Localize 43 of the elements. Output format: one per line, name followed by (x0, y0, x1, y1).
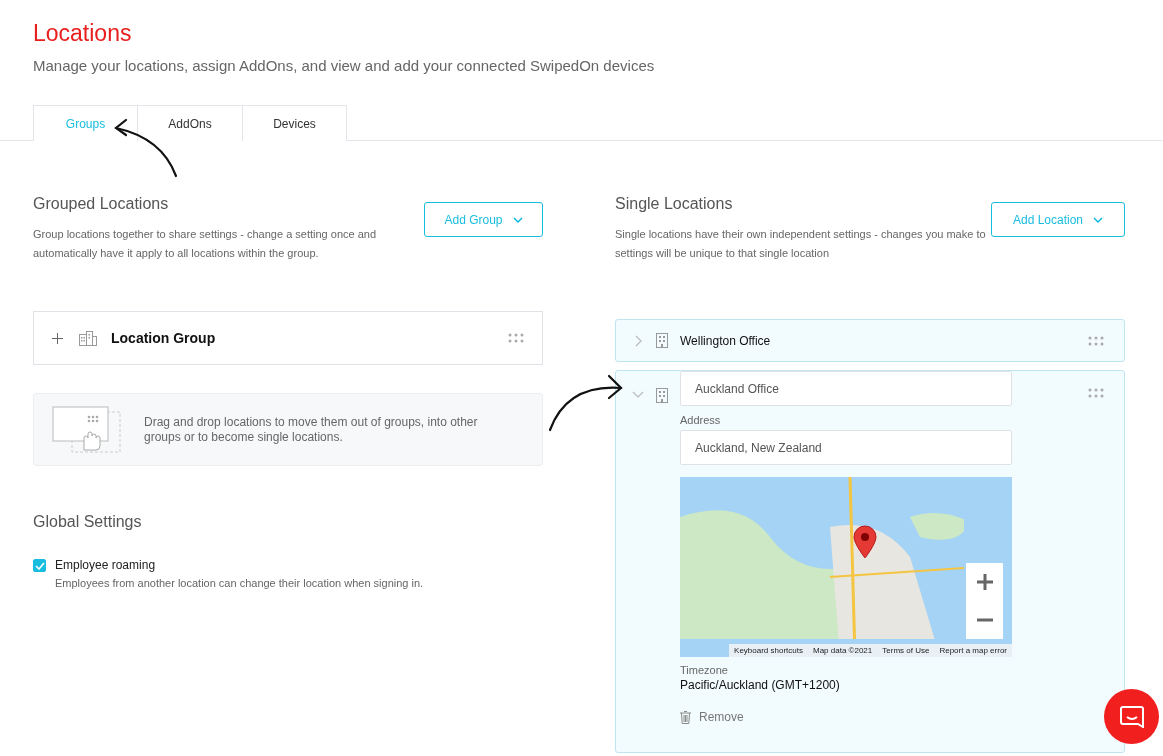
map-attribution-link[interactable]: Map data ©2021 (808, 644, 878, 657)
plus-icon (976, 574, 993, 590)
building-icon (656, 388, 668, 403)
buildings-icon (79, 330, 97, 346)
checkbox[interactable] (33, 559, 46, 572)
trash-icon (680, 710, 691, 724)
address-field[interactable]: Auckland, New Zealand (680, 430, 1012, 465)
remove-button[interactable]: Remove (680, 710, 744, 724)
map-attribution-link[interactable]: Terms of Use (877, 644, 935, 657)
tab[interactable]: Devices (242, 105, 347, 141)
page-subtitle: Manage your locations, assign AddOns, and view and add your connected SwipedOn devices (33, 57, 656, 74)
section-description: Single locations have their own independent settings - changes you make to settings will be unique to that single location (615, 227, 987, 261)
location-card[interactable]: Auckland Office Address Auckland, New Zealand Keyboard shortcuts Map data ©2021 Terms of Use Report a map error Timezone Pacific/Auckland (GMT+1200) Remove (615, 370, 1125, 753)
drag-handle-icon[interactable] (1088, 335, 1104, 346)
plus-icon[interactable] (52, 332, 63, 344)
map-attribution-link[interactable]: Report a map error (934, 644, 1012, 657)
field-label: Timezone (680, 664, 729, 676)
drag-handle-icon[interactable] (1088, 388, 1104, 398)
map-pin-icon (853, 525, 877, 559)
map-placeholder[interactable]: Keyboard shortcuts Map data ©2021 Terms of Use Report a map error (680, 477, 1012, 657)
building-icon (656, 333, 668, 348)
section-description: Group locations together to share settings - change a setting once and automatically have it apply to all locations within the group. (33, 227, 378, 261)
chat-icon (1119, 705, 1144, 728)
location-name-field[interactable]: Auckland Office (680, 371, 1012, 406)
caret-icon (1093, 217, 1104, 223)
timezone-value: Pacific/Auckland (GMT+1200) (680, 678, 841, 692)
map-attribution-link[interactable]: Keyboard shortcuts (729, 644, 808, 657)
drag-hand-drawing (52, 405, 122, 454)
drag-handle-icon[interactable] (508, 333, 524, 343)
option-description: Employees from another location can change their location when signing in. (55, 577, 424, 589)
section-title: Grouped Locations (33, 195, 170, 213)
location-card[interactable]: Wellington Office (615, 319, 1125, 362)
field-label: Address (680, 414, 722, 426)
group-name: Location Group (111, 330, 217, 346)
group-card[interactable]: Location Group (33, 311, 543, 365)
section-title: Single Locations (615, 195, 734, 213)
option-label: Employee roaming (55, 558, 157, 572)
caret-icon (512, 217, 523, 223)
section-title: Global Settings (33, 513, 143, 531)
tab[interactable]: AddOns (137, 105, 243, 141)
hint-text: Drag and drop locations to move them out of groups, into other groups or to become single locations. (144, 414, 479, 445)
page-title: Locations (33, 20, 133, 47)
location-name: Wellington Office (680, 333, 772, 348)
